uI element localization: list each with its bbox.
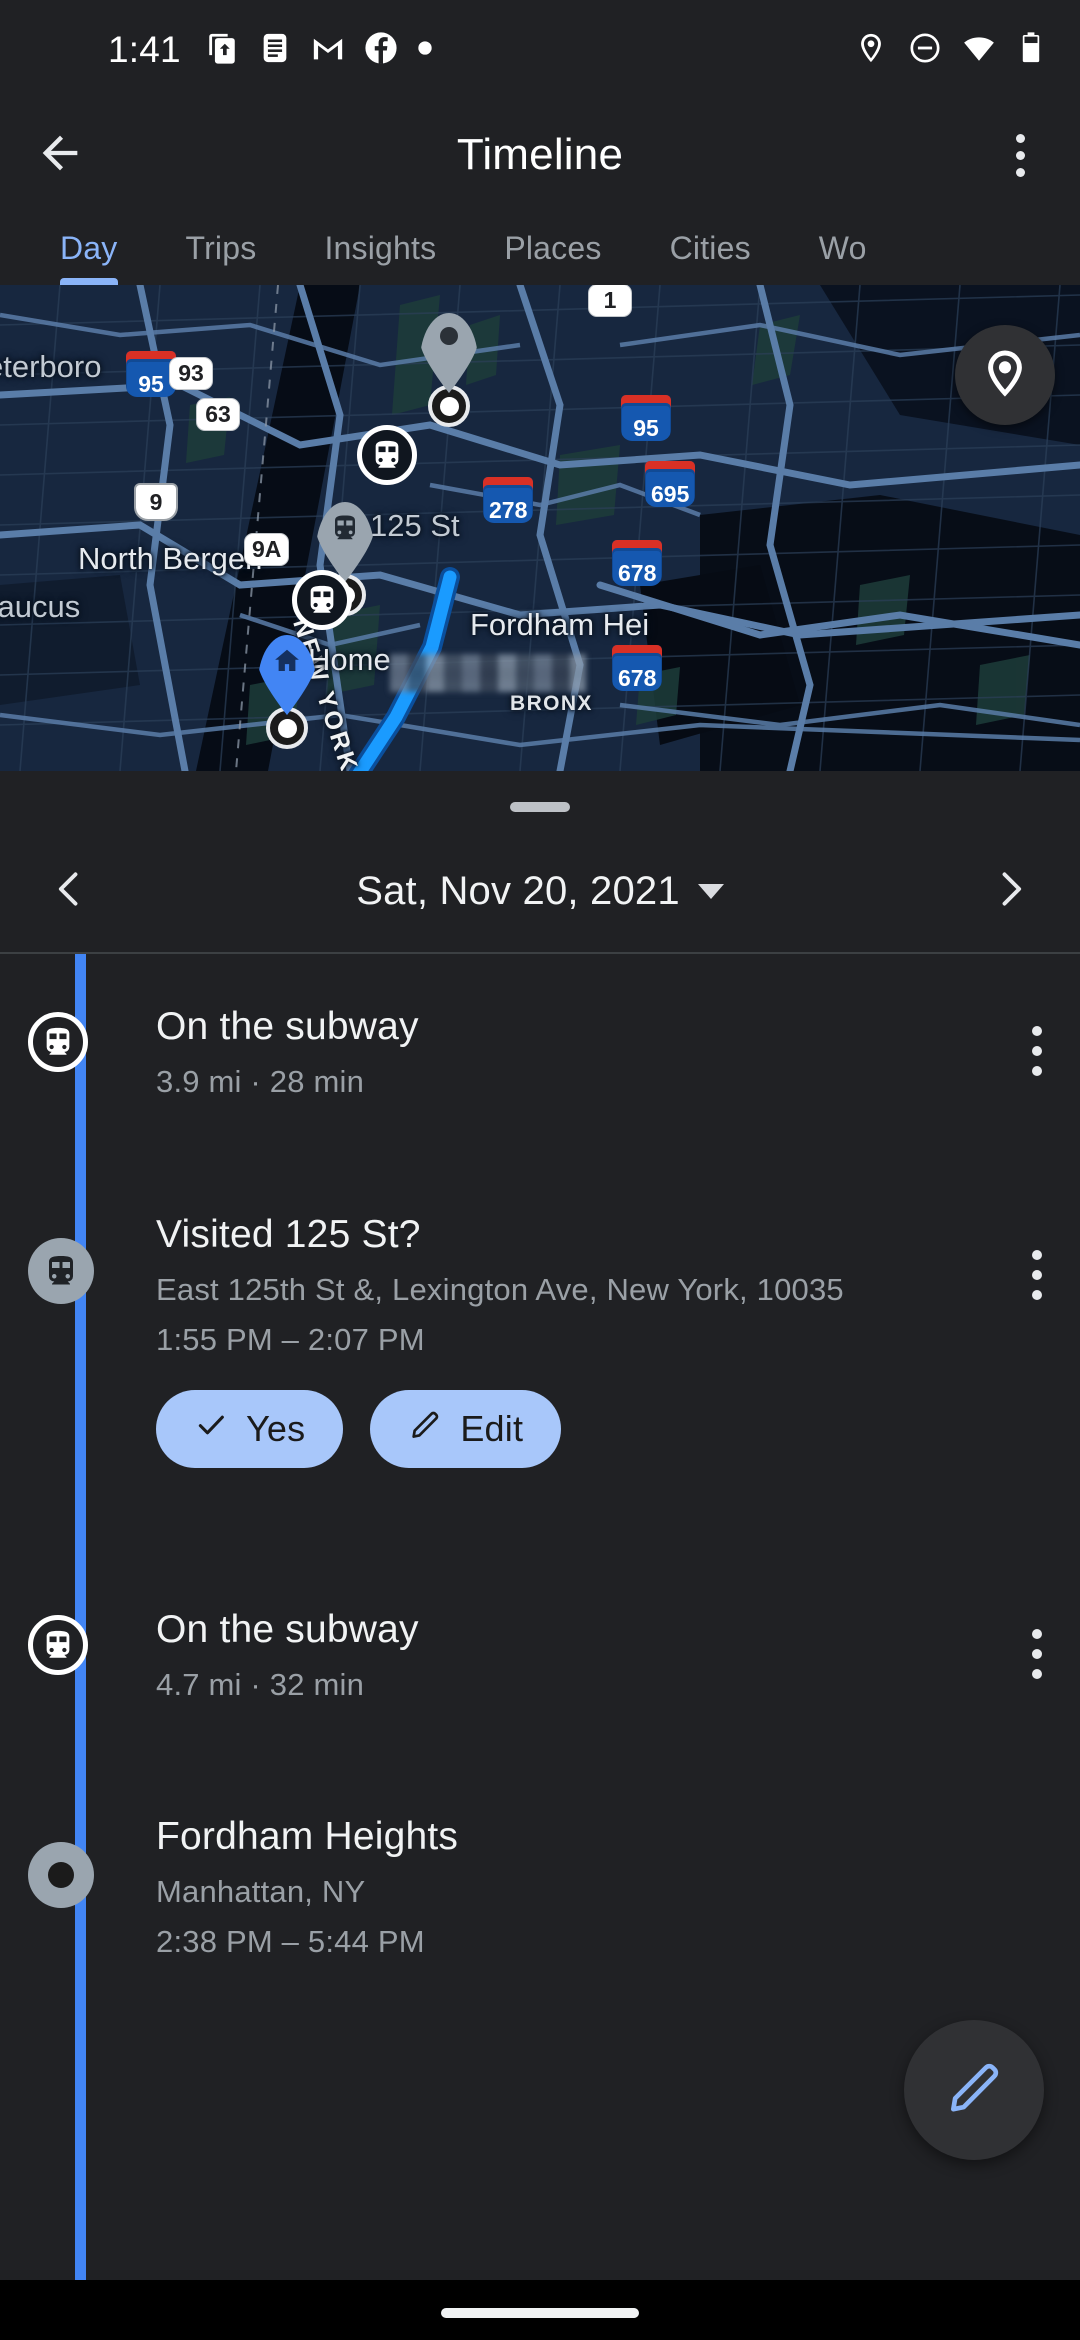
overflow-menu-button[interactable] (960, 133, 1080, 177)
timeline-entry-visited-125st[interactable]: Visited 125 St? East 125th St &, Lexingt… (0, 1172, 1080, 1557)
timeline-entry-fordham-heights[interactable]: Fordham Heights Manhattan, NY 2:38 PM – … (0, 1774, 1080, 2034)
timeline-entry-body: Visited 125 St? East 125th St &, Lexingt… (156, 1212, 950, 1469)
check-icon (194, 1408, 228, 1451)
facebook-icon (364, 31, 398, 70)
entry-address: East 125th St &, Lexington Ave, New York… (156, 1271, 844, 1307)
chip-label: Yes (246, 1408, 306, 1450)
wifi-icon (962, 31, 996, 70)
tab-places[interactable]: Places (470, 210, 635, 285)
page-title: Timeline (456, 130, 624, 179)
entry-subtitle: 3.9 mi · 28 min (156, 1063, 365, 1099)
entry-overflow-button[interactable] (1032, 1629, 1042, 1679)
battery-icon (1016, 31, 1046, 70)
current-date-label: Sat, Nov 20, 2021 (356, 868, 680, 913)
pencil-icon (943, 2057, 1005, 2124)
location-pin-icon (978, 346, 1032, 405)
entry-time-range: 1:55 PM – 2:07 PM (156, 1322, 425, 1358)
subway-icon (28, 1012, 88, 1072)
sheet-drag-handle[interactable] (510, 802, 570, 812)
status-notification-icons (205, 31, 433, 70)
screenshot-share-icon (205, 31, 239, 70)
timeline-entry-icon (28, 1238, 94, 1304)
subway-icon (28, 1238, 94, 1304)
timeline-entry-body: On the subway 3.9 mi · 28 min (156, 1004, 950, 1101)
chip-label: Edit (460, 1408, 524, 1450)
tab-cities[interactable]: Cities (636, 210, 785, 285)
gmail-icon (311, 31, 345, 70)
chevron-right-icon (988, 867, 1032, 916)
timeline-screen: 1:41 Timeline Day Trips Insights Places … (0, 0, 1080, 2340)
system-navigation-bar (0, 2280, 1080, 2340)
timeline-sheet: Sat, Nov 20, 2021 On the subway 3.9 mi ·… (0, 771, 1080, 2280)
date-navigator: Sat, Nov 20, 2021 (0, 831, 1080, 951)
do-not-disturb-icon (908, 31, 942, 70)
next-day-button[interactable] (940, 867, 1080, 916)
pencil-icon (408, 1408, 442, 1451)
map-basemap (0, 285, 1080, 771)
dot-icon (28, 1842, 94, 1908)
tab-bar[interactable]: Day Trips Insights Places Cities Wo (0, 210, 1080, 285)
more-vert-icon (1015, 133, 1025, 177)
entry-overflow-button[interactable] (1032, 1250, 1042, 1300)
arrow-back-icon (34, 127, 86, 184)
status-system-icons (854, 31, 1046, 70)
entry-overflow-button[interactable] (1032, 1026, 1042, 1076)
entry-action-chips: Yes Edit (156, 1390, 950, 1469)
entry-time-range: 2:38 PM – 5:44 PM (156, 1924, 425, 1960)
confirm-yes-chip[interactable]: Yes (156, 1390, 344, 1469)
entry-subtitle: Manhattan, NY (156, 1873, 366, 1909)
entry-title: On the subway (156, 1608, 419, 1651)
tab-world[interactable]: Wo (785, 210, 901, 285)
timeline-entry-body: On the subway 4.7 mi · 32 min (156, 1607, 950, 1704)
back-button[interactable] (0, 127, 120, 184)
edit-place-chip[interactable]: Edit (370, 1390, 562, 1469)
caret-down-icon (697, 883, 724, 899)
entry-title: Visited 125 St? (156, 1213, 421, 1256)
previous-day-button[interactable] (0, 867, 140, 916)
location-icon (854, 31, 888, 70)
timeline-entry-icon (28, 1615, 88, 1675)
map-recenter-button[interactable] (955, 325, 1055, 425)
status-time: 1:41 (108, 29, 181, 70)
redacted-address-overlay (390, 654, 586, 692)
map-view[interactable]: NEW YORK eterboro North Bergen caucus Fo… (0, 285, 1080, 771)
timeline-entry-subway-2[interactable]: On the subway 4.7 mi · 32 min (0, 1557, 1080, 1774)
app-bar: Timeline (0, 100, 1080, 210)
subway-icon (28, 1615, 88, 1675)
timeline-entry-icon (28, 1842, 94, 1908)
gesture-handle[interactable] (441, 2308, 639, 2318)
date-selector[interactable]: Sat, Nov 20, 2021 (140, 869, 940, 914)
message-icon (258, 31, 292, 70)
status-bar: 1:41 (0, 0, 1080, 100)
timeline-entry-body: Fordham Heights Manhattan, NY 2:38 PM – … (156, 1814, 950, 1962)
entry-title: Fordham Heights (156, 1815, 459, 1858)
tab-day[interactable]: Day (26, 210, 152, 285)
timeline-entry-icon (28, 1012, 88, 1072)
entry-title: On the subway (156, 1005, 419, 1048)
edit-timeline-fab[interactable] (904, 2020, 1044, 2160)
chevron-left-icon (48, 867, 92, 916)
entry-subtitle: 4.7 mi · 32 min (156, 1666, 365, 1702)
tab-insights[interactable]: Insights (290, 210, 470, 285)
dot-icon (417, 40, 433, 61)
timeline-entry-subway-1[interactable]: On the subway 3.9 mi · 28 min (0, 954, 1080, 1172)
tab-trips[interactable]: Trips (152, 210, 291, 285)
